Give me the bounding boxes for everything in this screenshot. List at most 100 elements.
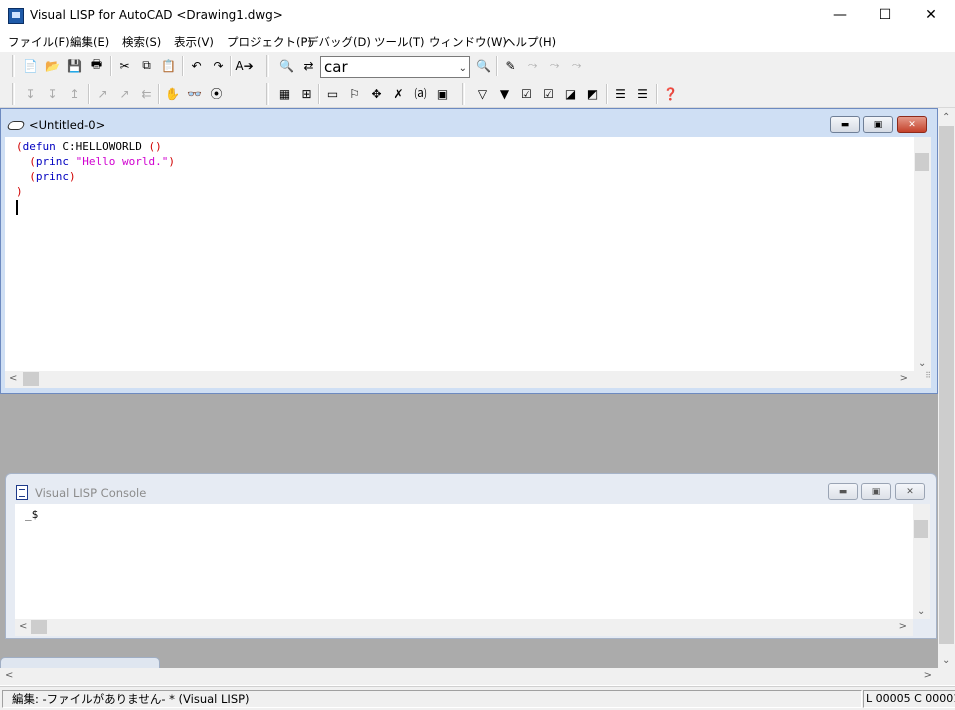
search-input[interactable]: car ⌄: [320, 56, 470, 78]
step-into-icon[interactable]: ↧: [20, 83, 41, 104]
apropos-icon[interactable]: ✗: [388, 83, 409, 104]
check-edit-icon[interactable]: ☑: [516, 83, 537, 104]
toolbar-grip[interactable]: [266, 83, 269, 105]
scroll-left-icon[interactable]: <: [5, 670, 13, 681]
editor-close-button[interactable]: ✕: [897, 116, 927, 133]
scroll-thumb[interactable]: [914, 520, 928, 538]
main-vertical-scrollbar[interactable]: ⌃ ⌄: [938, 108, 955, 668]
scroll-down-icon[interactable]: ⌄: [917, 606, 925, 617]
quit-icon[interactable]: ↗: [114, 83, 135, 104]
scroll-up-icon[interactable]: ⌃: [942, 112, 950, 123]
uncomment-block-icon[interactable]: ☰: [632, 83, 653, 104]
window-list-icon[interactable]: ⊞: [296, 83, 317, 104]
save-icon[interactable]: 💾: [64, 55, 85, 76]
scroll-down-icon[interactable]: ⌄: [918, 358, 926, 369]
main-horizontal-scrollbar[interactable]: < >: [0, 668, 938, 685]
cut-icon[interactable]: ✂: [114, 55, 135, 76]
menu-project[interactable]: プロジェクト(P): [227, 34, 312, 50]
reset-icon[interactable]: ⇇: [136, 83, 157, 104]
toggle-breakpoint-icon[interactable]: ✋: [162, 83, 183, 104]
previous-bookmark-icon[interactable]: ⤳: [544, 55, 565, 76]
activate-autocad-icon[interactable]: ▦: [274, 83, 295, 104]
toolbar-grip[interactable]: [12, 83, 15, 105]
print-icon[interactable]: 🖶: [86, 55, 107, 76]
menu-help[interactable]: ヘルプ(H): [504, 34, 556, 50]
undo-icon[interactable]: ↶: [186, 55, 207, 76]
scroll-right-icon[interactable]: >: [900, 373, 908, 384]
scroll-right-icon[interactable]: >: [924, 670, 932, 681]
toolbar-grip[interactable]: [12, 55, 15, 77]
menu-search[interactable]: 検索(S): [122, 34, 161, 50]
watch-window-icon[interactable]: ⒜: [410, 83, 431, 104]
editor-horizontal-scrollbar[interactable]: < >: [5, 371, 914, 388]
editor-title-bar[interactable]: <Untitled-0> ▬ ▣ ✕: [1, 109, 937, 137]
scroll-thumb[interactable]: [23, 372, 39, 386]
step-out-icon[interactable]: ↥: [64, 83, 85, 104]
code-editor[interactable]: (defun C:HELLOWORLD () (princ "Hello wor…: [5, 137, 914, 371]
check-selection-icon[interactable]: ☑: [538, 83, 559, 104]
format-selection-icon[interactable]: ◩: [582, 83, 603, 104]
menu-debug[interactable]: デバッグ(D): [307, 34, 371, 50]
scroll-down-icon[interactable]: ⌄: [942, 655, 950, 666]
format-edit-icon[interactable]: ◪: [560, 83, 581, 104]
paste-icon[interactable]: 📋: [158, 55, 179, 76]
scroll-thumb[interactable]: [939, 126, 954, 644]
load-active-icon[interactable]: ▽: [472, 83, 493, 104]
symbol-service-icon[interactable]: ✥: [366, 83, 387, 104]
code-line-4: ): [16, 184, 914, 199]
next-bookmark-icon[interactable]: ⤳: [522, 55, 543, 76]
menu-file[interactable]: ファイル(F): [8, 34, 70, 50]
scroll-left-icon[interactable]: <: [19, 621, 27, 632]
replace-icon[interactable]: ⇄: [298, 55, 319, 76]
new-file-icon[interactable]: 📄: [20, 55, 41, 76]
open-folder-icon[interactable]: 📂: [42, 55, 63, 76]
editor-minimize-button[interactable]: ▬: [830, 116, 860, 133]
inspect-icon[interactable]: ▭: [322, 83, 343, 104]
editor-title: <Untitled-0>: [29, 118, 106, 132]
scroll-left-icon[interactable]: <: [9, 373, 17, 384]
toolbar-grip[interactable]: [462, 83, 465, 105]
continue-icon[interactable]: ↗: [92, 83, 113, 104]
image-icon[interactable]: ▣: [432, 83, 453, 104]
toggle-bookmark-icon[interactable]: ✎: [500, 55, 521, 76]
toolbar-grip[interactable]: [266, 55, 269, 77]
console-horizontal-scrollbar[interactable]: < >: [15, 619, 913, 636]
minimize-button[interactable]: —: [817, 0, 863, 30]
scroll-thumb[interactable]: [915, 153, 929, 171]
copy-icon[interactable]: ⧉: [136, 55, 157, 76]
scroll-right-icon[interactable]: >: [899, 621, 907, 632]
chevron-down-icon[interactable]: ⌄: [459, 59, 467, 79]
code-token: C:HELLOWORLD: [55, 140, 149, 153]
load-selection-icon[interactable]: ▼: [494, 83, 515, 104]
menu-edit[interactable]: 編集(E): [70, 34, 109, 50]
maximize-button[interactable]: ☐: [862, 0, 908, 30]
editor-vertical-scrollbar[interactable]: ⌄: [914, 137, 931, 371]
text-caret: [16, 199, 18, 215]
app-icon[interactable]: [8, 8, 24, 24]
menu-window[interactable]: ウィンドウ(W): [429, 34, 507, 50]
find-icon[interactable]: 🔍: [276, 55, 297, 76]
complete-word-icon[interactable]: A➔: [234, 55, 255, 76]
redo-icon[interactable]: ↷: [208, 55, 229, 76]
add-watch-icon[interactable]: 👓: [184, 83, 205, 104]
console-output[interactable]: _$: [15, 504, 913, 619]
console-minimize-button[interactable]: ▬: [828, 483, 858, 500]
console-vertical-scrollbar[interactable]: ⌄: [913, 504, 930, 619]
find-toolbar-icon[interactable]: 🔍: [473, 55, 494, 76]
toolbar-separator: [182, 56, 184, 76]
menu-view[interactable]: 表示(V): [174, 34, 214, 50]
console-restore-button[interactable]: ▣: [861, 483, 891, 500]
clear-bookmarks-icon[interactable]: ⤳: [566, 55, 587, 76]
step-over-icon[interactable]: ↧: [42, 83, 63, 104]
scroll-thumb[interactable]: [31, 620, 47, 634]
help-icon[interactable]: ❓: [660, 83, 681, 104]
menu-tools[interactable]: ツール(T): [374, 34, 425, 50]
last-break-icon[interactable]: ⦿: [206, 83, 227, 104]
status-bar: 編集: -ファイルがありません- * (Visual LISP) L 00005…: [0, 686, 955, 710]
comment-block-icon[interactable]: ☰: [610, 83, 631, 104]
trace-icon[interactable]: ⚐: [344, 83, 365, 104]
editor-restore-button[interactable]: ▣: [863, 116, 893, 133]
resize-grip-icon[interactable]: ⠿: [914, 371, 931, 388]
close-button[interactable]: ✕: [908, 0, 954, 30]
console-close-button[interactable]: ✕: [895, 483, 925, 500]
